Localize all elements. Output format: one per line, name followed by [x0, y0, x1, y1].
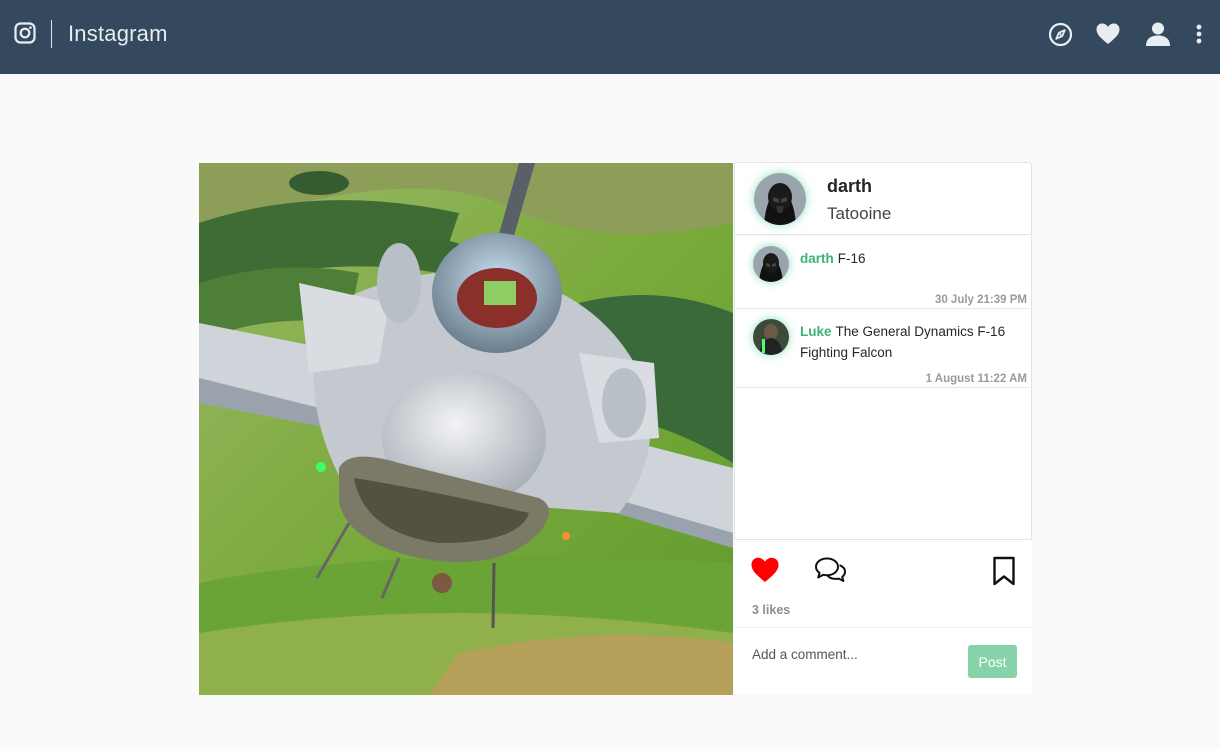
comment-timestamp: 30 July 21:39 PM — [934, 294, 1027, 306]
heart-icon[interactable] — [750, 556, 780, 589]
bookmark-icon[interactable] — [992, 556, 1016, 591]
post-header: darth Tatooine — [734, 162, 1032, 235]
comment-body: darth F-16 — [800, 248, 1022, 269]
comments-icon[interactable] — [814, 556, 847, 589]
comment-item: Luke The General Dynamics F-16 Fighting F… — [737, 309, 1029, 388]
heart-icon[interactable] — [1094, 20, 1122, 48]
post-comment-button[interactable]: Post — [968, 645, 1017, 678]
brand-divider — [51, 20, 52, 48]
compass-icon[interactable] — [1046, 20, 1074, 48]
comment-text: F-16 — [837, 251, 866, 266]
user-icon[interactable] — [1144, 20, 1172, 48]
commenter-avatar[interactable] — [753, 246, 789, 282]
comment-input[interactable] — [750, 642, 954, 666]
more-vertical-icon[interactable] — [1186, 20, 1212, 48]
instagram-icon[interactable] — [14, 22, 36, 44]
author-location: Tatooine — [827, 204, 892, 223]
post-image[interactable] — [199, 163, 733, 695]
comment-body: Luke The General Dynamics F-16 Fighting F… — [800, 321, 1022, 363]
post-actions: 3 likes — [734, 540, 1032, 628]
comments-list: darth F-16 30 July 21:39 PM Luke The Gener… — [734, 236, 1032, 540]
top-navbar: Instagram — [0, 0, 1220, 74]
add-comment-bar: Post — [734, 628, 1032, 694]
author-username[interactable]: darth — [827, 176, 872, 197]
comment-username[interactable]: Luke — [800, 324, 832, 339]
comment-username[interactable]: darth — [800, 251, 834, 266]
author-avatar[interactable] — [754, 173, 806, 225]
comment-timestamp: 1 August 11:22 AM — [925, 373, 1027, 385]
app-title[interactable]: Instagram — [68, 21, 168, 47]
commenter-avatar[interactable] — [753, 319, 789, 355]
comment-item: darth F-16 30 July 21:39 PM — [737, 236, 1029, 309]
likes-count: 3 likes — [752, 603, 791, 617]
